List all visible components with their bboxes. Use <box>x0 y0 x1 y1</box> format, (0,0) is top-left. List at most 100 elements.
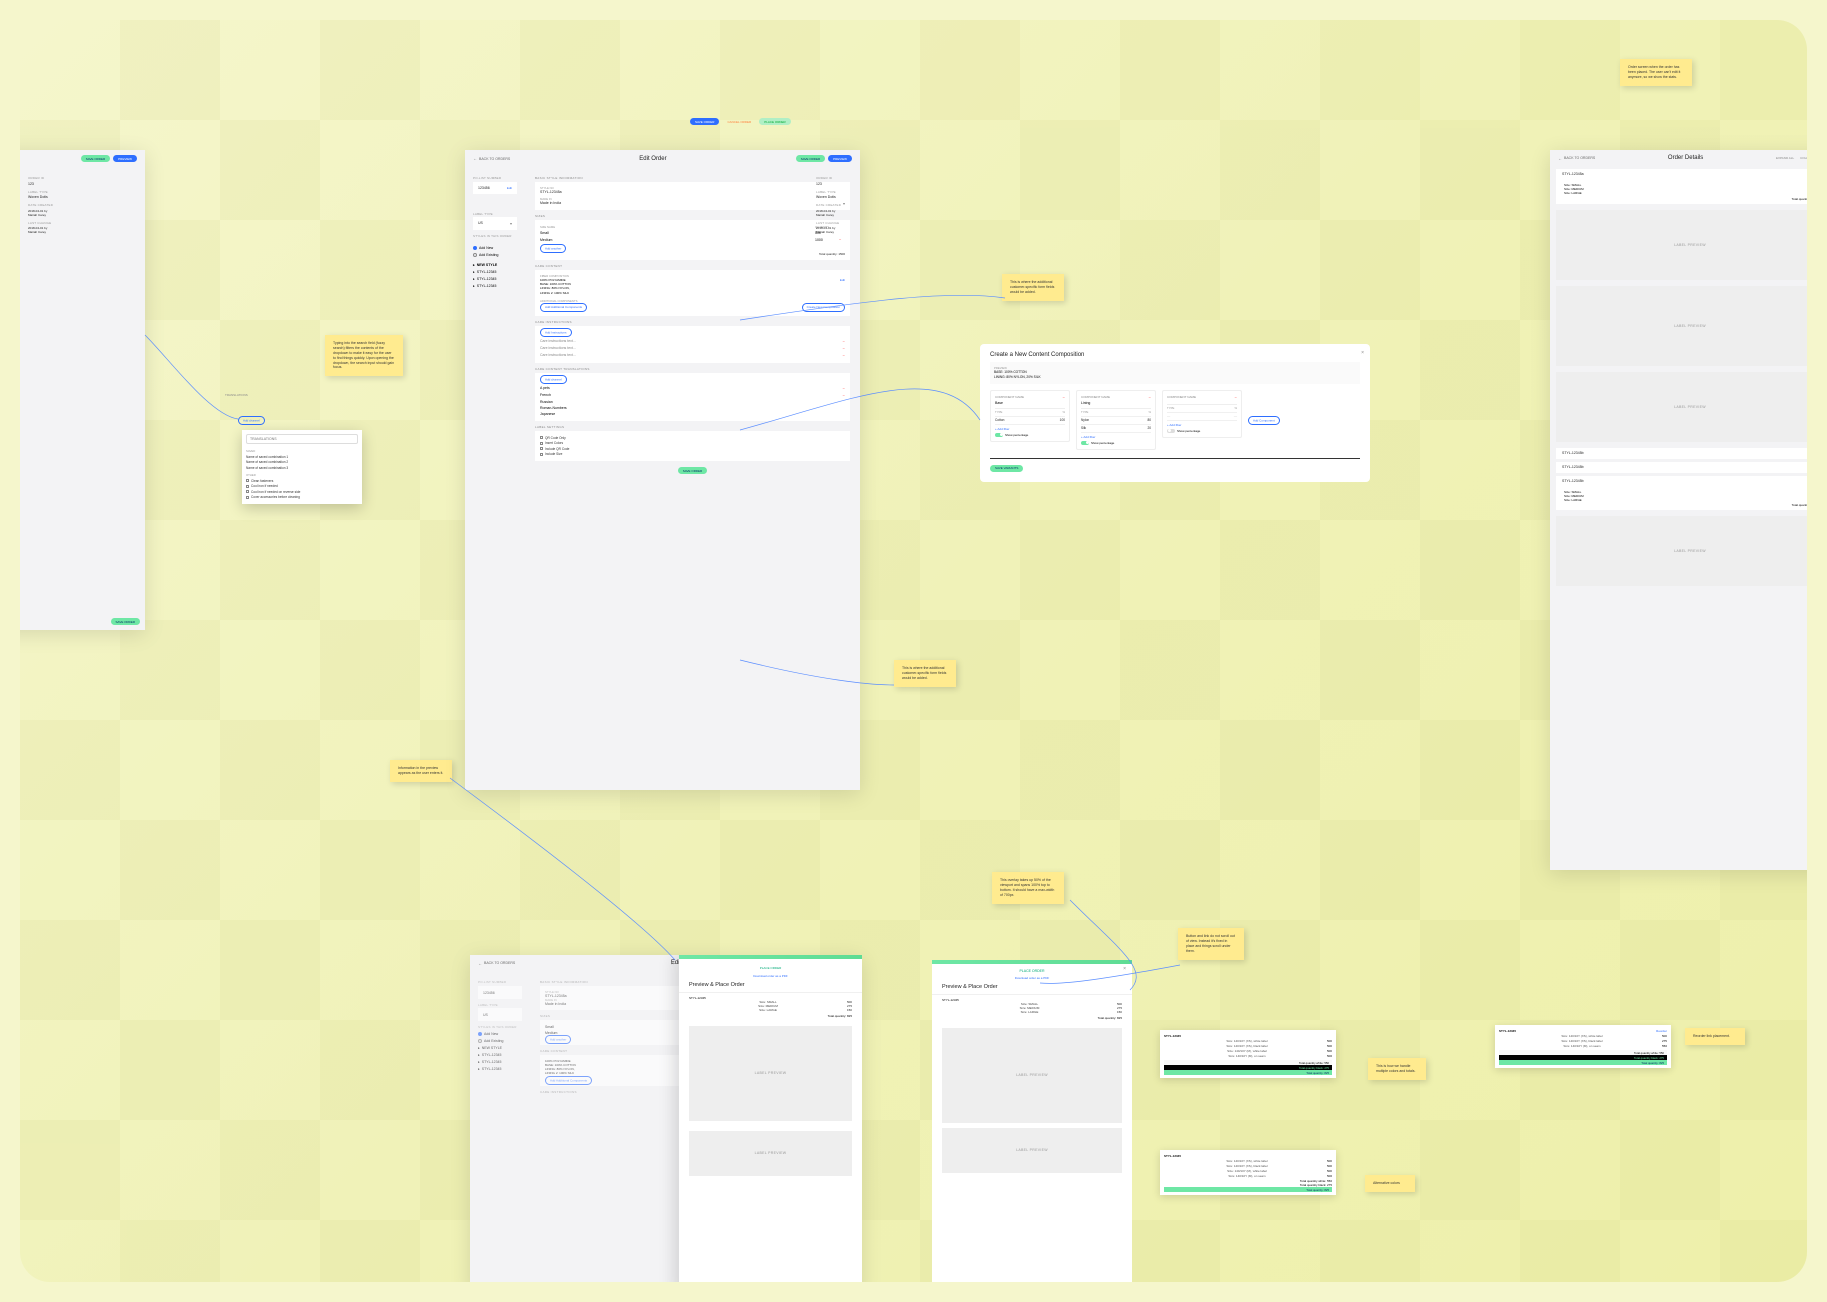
label-preview: LABEL PREVIEW <box>942 1028 1122 1123</box>
back-link[interactable]: BACK TO ORDERS <box>478 961 515 966</box>
back-link[interactable]: BACK TO ORDERS <box>473 156 510 161</box>
close-icon[interactable]: × <box>671 961 674 967</box>
add-existing-style[interactable]: Add Existing <box>473 251 517 258</box>
style-item[interactable]: ▸STYL-12345 <box>473 268 517 275</box>
style-item[interactable]: ▸STYL-12345 <box>473 282 517 289</box>
add-fiber-button[interactable]: + Add fiber <box>1167 421 1237 427</box>
label-type: Woven Dotis <box>28 195 66 199</box>
meta-label: LABEL TYPE <box>816 190 854 194</box>
show-percentage-toggle[interactable]: Show percentage <box>995 433 1065 437</box>
edit-order-frame: BACK TO ORDERS Edit Order SAVE ORDER PRE… <box>465 150 860 790</box>
place-order-button[interactable]: PLACE ORDER <box>1019 969 1044 973</box>
add-channel-button[interactable]: Add channel <box>540 375 567 384</box>
po-number: 123456 <box>478 186 490 190</box>
fiber-name[interactable]: Nylon <box>1081 418 1089 422</box>
style-summary-card: STYL-12345 Size: 140/10Y (XS), white lab… <box>1160 1150 1336 1195</box>
delete-icon[interactable]: − <box>843 346 845 351</box>
delete-icon[interactable]: − <box>843 393 845 398</box>
style-item[interactable]: ▸NEW STYLE <box>473 261 517 268</box>
order-id: 123 <box>816 182 854 186</box>
save-variants-button[interactable]: SAVE VARIANTS <box>990 465 1023 472</box>
delete-icon[interactable]: − <box>1149 395 1151 400</box>
search-input[interactable] <box>246 434 358 444</box>
size-name[interactable]: Small <box>540 231 811 235</box>
last-change-by: Mariah Carey <box>816 230 854 234</box>
download-pdf-link[interactable]: Download order as a PDF <box>679 974 862 978</box>
create-composition-button[interactable]: Create New Composition <box>802 303 845 312</box>
add-channel-button[interactable]: Add channel <box>238 416 265 425</box>
delete-icon[interactable]: − <box>843 386 845 391</box>
style-accordion-header[interactable]: STYL-12345b˅ <box>1556 462 1807 473</box>
setting-checkbox[interactable]: Include Size <box>540 452 845 458</box>
label-preview: LABEL PREVIEW <box>689 1131 852 1176</box>
delete-icon[interactable]: − <box>843 353 845 358</box>
close-icon[interactable]: × <box>1361 350 1364 356</box>
add-component-button[interactable]: Add Component <box>1248 416 1280 425</box>
style-accordion-header[interactable]: STYL-12345b˄ <box>1556 476 1807 487</box>
save-order-button[interactable]: SAVE ORDER <box>111 618 140 625</box>
dropdown-item[interactable]: Cover accessories before cleaning <box>246 495 358 501</box>
add-fiber-button[interactable]: + Add fiber <box>995 425 1065 431</box>
fiber-pct[interactable]: 80 <box>1147 418 1151 422</box>
delete-icon[interactable]: − <box>1235 395 1237 400</box>
back-link[interactable]: BACK TO ORDERS <box>1558 156 1595 161</box>
total-line: Total quantity: 825 <box>942 1016 1122 1020</box>
style-accordion-header[interactable]: STYL-12345a˄ <box>1556 169 1807 180</box>
show-percentage-toggle[interactable]: Show percentage <box>1081 441 1151 445</box>
instruction-row: Care instructions text... <box>540 339 839 343</box>
add-instructions-button[interactable]: Add Instructions <box>540 328 572 337</box>
size-qty[interactable]: 1000 <box>815 238 835 242</box>
close-icon[interactable]: × <box>1123 966 1126 972</box>
place-order-pill[interactable]: PLACE ORDER <box>759 118 791 125</box>
section-label: SAVED <box>246 449 358 453</box>
fiber-name[interactable]: Silk <box>1081 426 1086 430</box>
fiber-pct[interactable]: 100 <box>1060 418 1065 422</box>
translation-row: French <box>540 393 839 397</box>
collapse-all-link[interactable]: COLLAPSE ALL <box>1800 156 1807 160</box>
style-accordion-header[interactable]: STYL-12345b˅ <box>1556 448 1807 459</box>
add-fiber-button[interactable]: + Add fiber <box>1081 433 1151 439</box>
edit-link[interactable]: Edit <box>507 186 512 190</box>
sticky-note: This is where the additional customer-sp… <box>1002 274 1064 301</box>
download-pdf-link[interactable]: Download order as a PDF <box>932 976 1132 980</box>
edit-link[interactable]: Edit <box>840 278 845 282</box>
preview-button[interactable]: PREVIEW <box>113 155 137 162</box>
style-summary-card: STYL-12345Reorder Size: 140/10Y (XS), wh… <box>1495 1025 1671 1068</box>
sticky-note: Alternative colors <box>1365 1175 1415 1192</box>
meta-label: ORDER ID <box>28 176 66 180</box>
add-new-style[interactable]: Add New <box>473 244 517 251</box>
label-preview: LABEL PREVIEW <box>942 1128 1122 1173</box>
delete-icon[interactable]: − <box>1063 395 1065 400</box>
label-preview: LABEL PREVIEW <box>1556 516 1807 586</box>
dropdown-item[interactable]: Name of saved combination 3 <box>246 465 358 471</box>
page-title: Order Details <box>1668 155 1703 161</box>
save-order-button[interactable]: SAVE ORDER <box>678 467 707 474</box>
add-components-button[interactable]: Add Additional Components <box>540 303 587 312</box>
lang-select[interactable]: US <box>478 221 483 226</box>
style-item[interactable]: ▸STYL-12345 <box>473 275 517 282</box>
last-change-by: Mariah Carey <box>28 230 66 234</box>
style-code: STYL-12345 <box>942 998 959 1002</box>
fiber-pct[interactable]: 20 <box>1147 426 1151 430</box>
fiber-name[interactable]: Cotton <box>995 418 1004 422</box>
total-bar: Total quantity: 825 <box>1164 1187 1332 1192</box>
made-in-select[interactable]: Made in India <box>540 201 561 206</box>
component-card: COMPONENT NAME− Lining TYPE% Nylon80 Sil… <box>1076 390 1156 450</box>
delete-icon[interactable]: − <box>839 237 845 242</box>
component-name[interactable]: Lining <box>1081 400 1151 409</box>
save-order-button[interactable]: SAVE ORDER <box>81 155 110 162</box>
expand-all-link[interactable]: EXPAND ALL <box>1776 156 1794 160</box>
style-summary-card: STYL-12345 Size: 140/10Y (XS), white lab… <box>1160 1030 1336 1078</box>
reorder-link[interactable]: Reorder <box>1656 1029 1667 1033</box>
component-name[interactable]: Base <box>995 400 1065 409</box>
delete-icon[interactable]: − <box>843 339 845 344</box>
place-order-button[interactable]: PLACE ORDER <box>755 964 787 971</box>
add-another-button[interactable]: Add another <box>540 244 566 253</box>
preview-button[interactable]: PREVIEW <box>828 155 852 162</box>
cancel-order-pill[interactable]: CANCEL ORDER <box>722 118 756 125</box>
save-order-pill[interactable]: SAVE ORDER <box>690 118 719 125</box>
total-line: Total quantity: 825 <box>1564 197 1807 201</box>
size-name[interactable]: Medium <box>540 238 811 242</box>
save-order-button[interactable]: SAVE ORDER <box>796 155 825 162</box>
show-percentage-toggle[interactable]: Show percentage <box>1167 429 1237 433</box>
